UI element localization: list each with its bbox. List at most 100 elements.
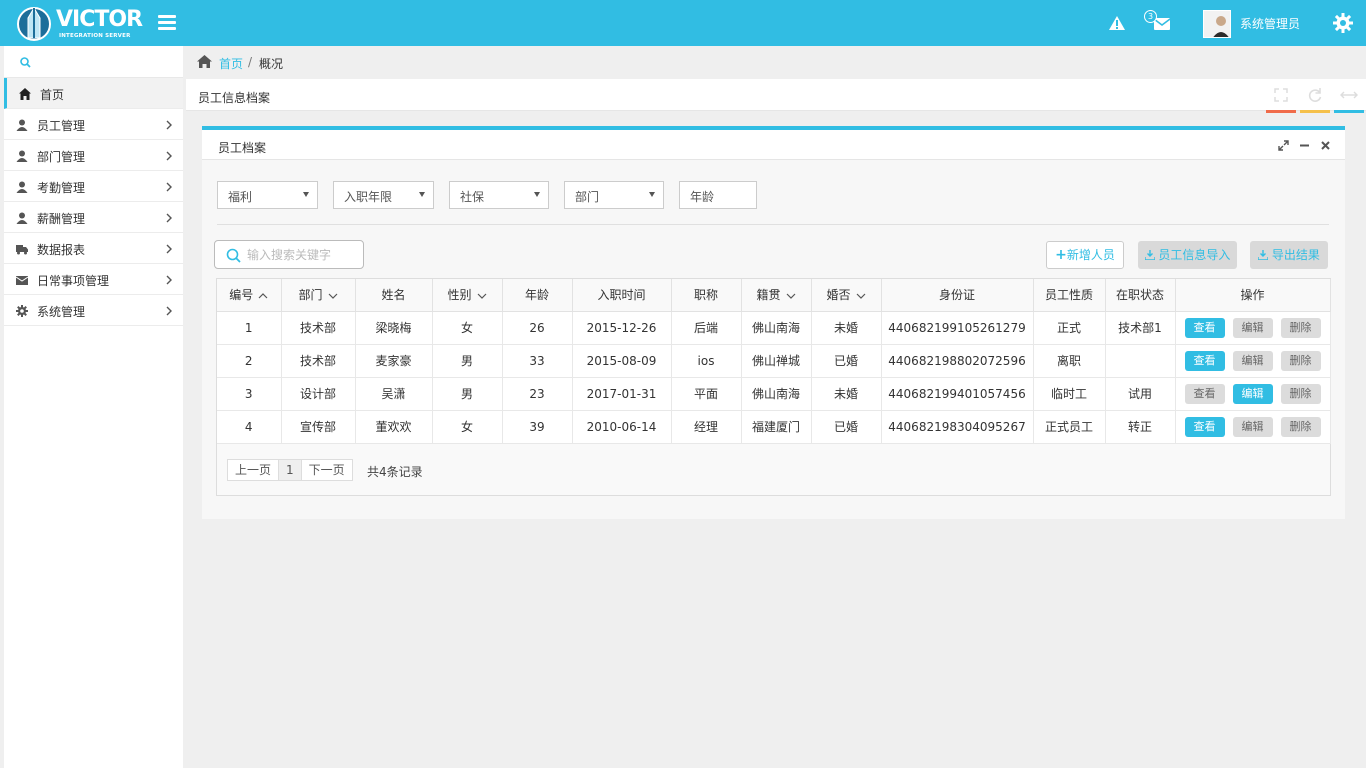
view-button[interactable]: 查看 — [1184, 317, 1225, 338]
sidebar-item-system-management[interactable]: 系统管理 — [4, 295, 183, 326]
avatar[interactable] — [1203, 10, 1231, 38]
arrows-horizontal-icon — [1340, 91, 1358, 99]
logo-icon — [17, 7, 51, 41]
minimize-icon[interactable] — [1299, 140, 1310, 151]
chevron-right-icon — [166, 275, 172, 285]
filter-department-label: 部门 — [575, 190, 600, 204]
column-header-label: 操作 — [1240, 288, 1265, 303]
cell-status: 试用 — [1105, 377, 1176, 411]
cell-title: 平面 — [671, 377, 742, 411]
add-employee-button[interactable]: +新增人员 — [1046, 241, 1124, 269]
view-button[interactable]: 查看 — [1184, 350, 1225, 371]
sidebar-item-daily-affairs[interactable]: 日常事项管理 — [4, 264, 183, 295]
divider — [217, 224, 1329, 225]
search-input[interactable] — [247, 246, 357, 264]
breadcrumb: 首页 / 概况 — [186, 46, 1366, 79]
breadcrumb-home-link[interactable]: 首页 — [219, 55, 243, 72]
cell-name: 吴潇 — [355, 377, 433, 411]
edit-button[interactable]: 编辑 — [1232, 350, 1273, 371]
view-button[interactable]: 查看 — [1184, 416, 1225, 437]
filter-department-select[interactable]: 部门 — [564, 181, 664, 209]
filter-tenure-select[interactable]: 入职年限 — [333, 181, 434, 209]
sidebar-item-department-management[interactable]: 部门管理 — [4, 140, 183, 171]
page-number-button[interactable]: 1 — [279, 460, 302, 480]
column-header-marital[interactable]: 婚否 — [811, 279, 882, 312]
edit-button[interactable]: 编辑 — [1232, 416, 1273, 437]
logo[interactable]: VICTOR INTEGRATION SERVER — [16, 4, 143, 42]
column-header-label: 职称 — [693, 288, 718, 303]
gear-icon[interactable] — [1333, 13, 1353, 33]
delete-button[interactable]: 删除 — [1280, 416, 1321, 437]
cell-marital: 已婚 — [811, 344, 882, 378]
sidebar-item-salary-management[interactable]: 薪酬管理 — [4, 202, 183, 233]
expand-icon[interactable] — [1278, 140, 1289, 151]
cell-hometown: 福建厦门 — [741, 410, 812, 444]
age-field[interactable]: 年龄 — [679, 181, 757, 209]
import-button[interactable]: 员工信息导入 — [1138, 241, 1237, 269]
chevron-down-icon — [303, 192, 309, 197]
cell-department: 技术部 — [281, 311, 356, 345]
delete-button[interactable]: 删除 — [1280, 383, 1321, 404]
close-icon[interactable] — [1320, 140, 1331, 151]
column-header-gender[interactable]: 性别 — [432, 279, 503, 312]
column-header-hire-date: 入职时间 — [572, 279, 672, 312]
cell-id: 4 — [217, 410, 282, 444]
delete-button[interactable]: 删除 — [1280, 317, 1321, 338]
cell-id: 3 — [217, 377, 282, 411]
menu-toggle-icon[interactable] — [158, 15, 176, 31]
table-row: 3 设计部 吴潇男 23 2017-01-31 平面 佛山南海 未婚 4406821994010… — [217, 377, 1331, 411]
edit-button[interactable]: 编辑 — [1232, 317, 1273, 338]
column-header-id-card: 身份证 — [881, 279, 1034, 312]
tab-employee-archive[interactable]: 员工信息档案 — [198, 89, 270, 106]
next-page-button[interactable]: 下一页 — [302, 460, 352, 480]
user-icon — [16, 150, 28, 162]
truck-icon — [16, 245, 28, 255]
cell-id: 2 — [217, 344, 282, 378]
cell-gender: 女 — [432, 410, 503, 444]
delete-button[interactable]: 删除 — [1280, 350, 1321, 371]
filter-benefits-select[interactable]: 福利 — [217, 181, 318, 209]
search-icon — [226, 248, 241, 263]
sidebar-item-home[interactable]: 首页 — [4, 78, 183, 109]
sidebar-item-label: 首页 — [40, 88, 65, 102]
user-name[interactable]: 系统管理员 — [1240, 15, 1300, 32]
cell-hometown: 佛山南海 — [741, 377, 812, 411]
refresh-button[interactable] — [1300, 79, 1330, 113]
column-header-department[interactable]: 部门 — [281, 279, 356, 312]
search-field[interactable] — [214, 240, 364, 269]
sidebar-item-attendance-management[interactable]: 考勤管理 — [4, 171, 183, 202]
chevron-right-icon — [166, 306, 172, 316]
column-header-label: 编号 — [229, 288, 254, 303]
expand-width-button[interactable] — [1334, 79, 1364, 113]
column-header-label: 身份证 — [938, 288, 975, 303]
cell-gender: 女 — [432, 311, 503, 345]
filter-social-security-select[interactable]: 社保 — [449, 181, 549, 209]
column-header-hometown[interactable]: 籍贯 — [741, 279, 812, 312]
export-button[interactable]: 导出结果 — [1250, 241, 1328, 269]
chevron-right-icon — [166, 213, 172, 223]
cell-status: 技术部1 — [1105, 311, 1176, 345]
chevron-down-icon — [477, 293, 486, 299]
column-header-id[interactable]: 编号 — [217, 279, 282, 312]
fullscreen-button[interactable] — [1266, 79, 1296, 113]
sidebar-search[interactable] — [4, 46, 183, 78]
column-header-label: 年龄 — [524, 288, 549, 303]
view-button[interactable]: 查看 — [1184, 383, 1225, 404]
tab-strip: 员工信息档案 — [186, 79, 1366, 113]
sidebar-item-employee-management[interactable]: 员工管理 — [4, 109, 183, 140]
user-icon — [16, 212, 28, 224]
employee-table: 编号 部门 姓名 性别 年龄 入职时间 职称 籍贯 婚否 身份证 员工性质 在职状态 操作 1 技术部 梁晓… — [216, 278, 1331, 496]
warning-icon[interactable] — [1108, 15, 1126, 31]
sidebar-item-data-reports[interactable]: 数据报表 — [4, 233, 183, 264]
sidebar-item-label: 数据报表 — [37, 243, 86, 257]
mail-button[interactable]: 3 — [1144, 10, 1172, 34]
refresh-icon — [1308, 88, 1322, 102]
prev-page-button[interactable]: 上一页 — [228, 460, 280, 480]
envelope-icon — [16, 276, 28, 285]
panel-header: 员工档案 — [202, 130, 1345, 160]
edit-button[interactable]: 编辑 — [1232, 383, 1273, 404]
cell-hire-date: 2017-01-31 — [572, 377, 672, 411]
user-icon — [16, 119, 28, 131]
column-header-label: 在职状态 — [1115, 288, 1164, 303]
home-icon[interactable] — [197, 55, 212, 68]
